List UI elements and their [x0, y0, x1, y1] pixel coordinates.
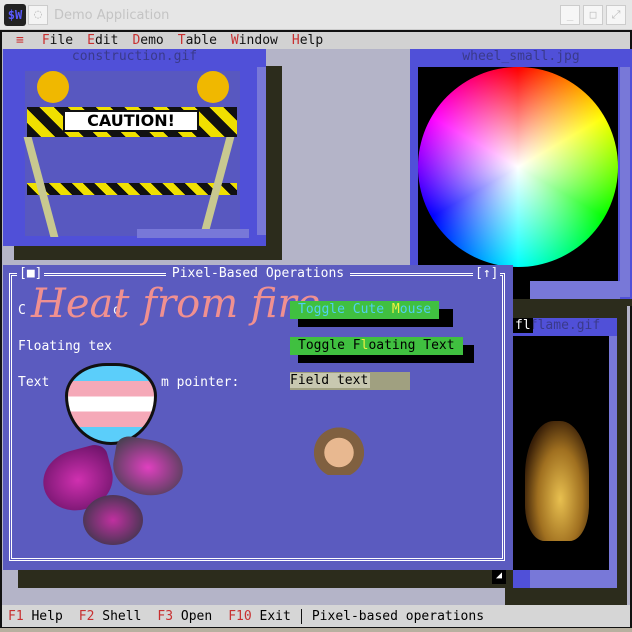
title-bar: $W ◌ Demo Application _ □ ⤢ — [0, 0, 632, 30]
horizontal-scrollbar[interactable] — [530, 281, 620, 299]
pointer-label: m pointer: — [161, 375, 240, 390]
heat-from-fire-text: Heat from fire — [31, 281, 321, 327]
system-menu-icon[interactable]: ≡ — [16, 33, 24, 48]
dialog-title: Pixel-Based Operations — [165, 266, 351, 281]
vertical-scrollbar[interactable] — [257, 67, 266, 235]
menu-bar: ≡ File Edit Demo Table Window Help — [2, 32, 630, 49]
resize-handle-icon[interactable]: ◢ — [492, 570, 506, 584]
window-title: Demo Application — [54, 8, 170, 23]
construction-window[interactable]: construction.gif CAUTION! — [3, 49, 266, 246]
menu-demo[interactable]: Demo — [132, 33, 163, 48]
status-open[interactable]: F3 Open — [157, 609, 212, 624]
menu-window[interactable]: Window — [231, 33, 278, 48]
dialog-close-icon[interactable]: [■] — [17, 266, 45, 281]
status-exit[interactable]: F10 Exit — [228, 609, 291, 624]
horizontal-scrollbar[interactable] — [137, 229, 249, 238]
vertical-scrollbar[interactable] — [609, 336, 617, 570]
menu-help[interactable]: Help — [292, 33, 323, 48]
floating-text: fl — [513, 318, 533, 333]
status-help[interactable]: F1 Help — [8, 609, 63, 624]
vertical-scrollbar[interactable] — [620, 67, 630, 297]
horizontal-scrollbar[interactable] — [530, 570, 617, 588]
floating-text-label: Floating tex — [18, 339, 112, 354]
caution-text: CAUTION! — [63, 110, 199, 132]
dialog-zoom-icon[interactable]: [↑] — [473, 266, 501, 281]
text-field[interactable]: Field text — [290, 372, 410, 390]
status-shell[interactable]: F2 Shell — [79, 609, 142, 624]
cute-mouse-image — [308, 425, 370, 475]
construction-image: CAUTION! — [23, 71, 240, 237]
wheel-window[interactable]: wheel_small.jpg — [410, 49, 632, 299]
flame-image — [513, 336, 609, 570]
toggle-floating-text-button[interactable]: Toggle Floating Text — [290, 337, 463, 355]
maximize-button[interactable]: □ — [583, 5, 603, 25]
close-button[interactable]: ⤢ — [606, 5, 626, 25]
toggle-cute-mouse-button[interactable]: Toggle Cute Mouse — [290, 301, 440, 319]
menu-edit[interactable]: Edit — [87, 33, 118, 48]
minimize-button[interactable]: _ — [560, 5, 580, 25]
app-menu-icon[interactable]: ◌ — [28, 5, 48, 25]
pixel-operations-dialog[interactable]: Pixel-Based Operations [■] [↑] C o Heat … — [3, 265, 513, 570]
menu-file[interactable]: File — [42, 33, 73, 48]
status-message: Pixel-based operations — [300, 608, 484, 624]
app-icon: $W — [4, 4, 26, 26]
status-bar: F1 Help F2 Shell F3 Open F10 Exit Pixel-… — [2, 605, 630, 627]
menu-table[interactable]: Table — [178, 33, 217, 48]
window-title: wheel_small.jpg — [462, 49, 580, 64]
flame-window[interactable]: flame.gif fl — [513, 318, 617, 588]
window-title: construction.gif — [71, 49, 198, 64]
text-label: Text — [18, 375, 50, 390]
label-c: C — [18, 303, 26, 318]
